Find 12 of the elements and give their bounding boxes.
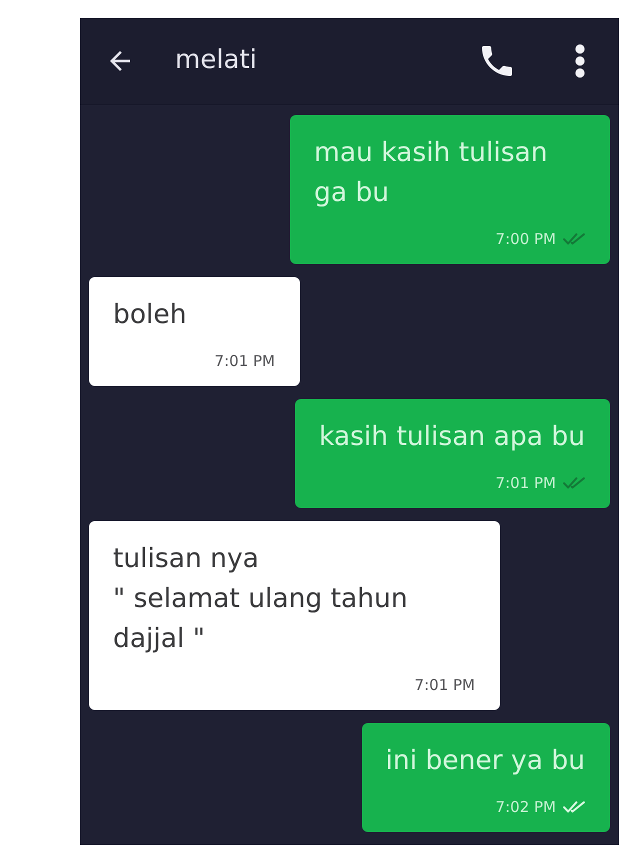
message-time: 7:02 PM <box>496 797 556 817</box>
message-time: 7:01 PM <box>214 351 275 371</box>
message-time: 7:01 PM <box>414 675 475 695</box>
kebab-menu-icon[interactable] <box>575 44 585 78</box>
message-text: ini bener ya bu <box>386 744 585 778</box>
message-text: kasih tulisan apa bu <box>318 420 585 454</box>
message-text: tulisan nya " selamat ulang tahun dajjal " <box>113 542 409 656</box>
message-time: 7:01 PM <box>496 473 556 493</box>
message-time: 7:00 PM <box>496 229 556 249</box>
contact-name[interactable]: melati <box>175 44 257 76</box>
message-text: mau kasih tulisan ga bu <box>314 136 549 210</box>
message-text: boleh <box>113 298 188 332</box>
